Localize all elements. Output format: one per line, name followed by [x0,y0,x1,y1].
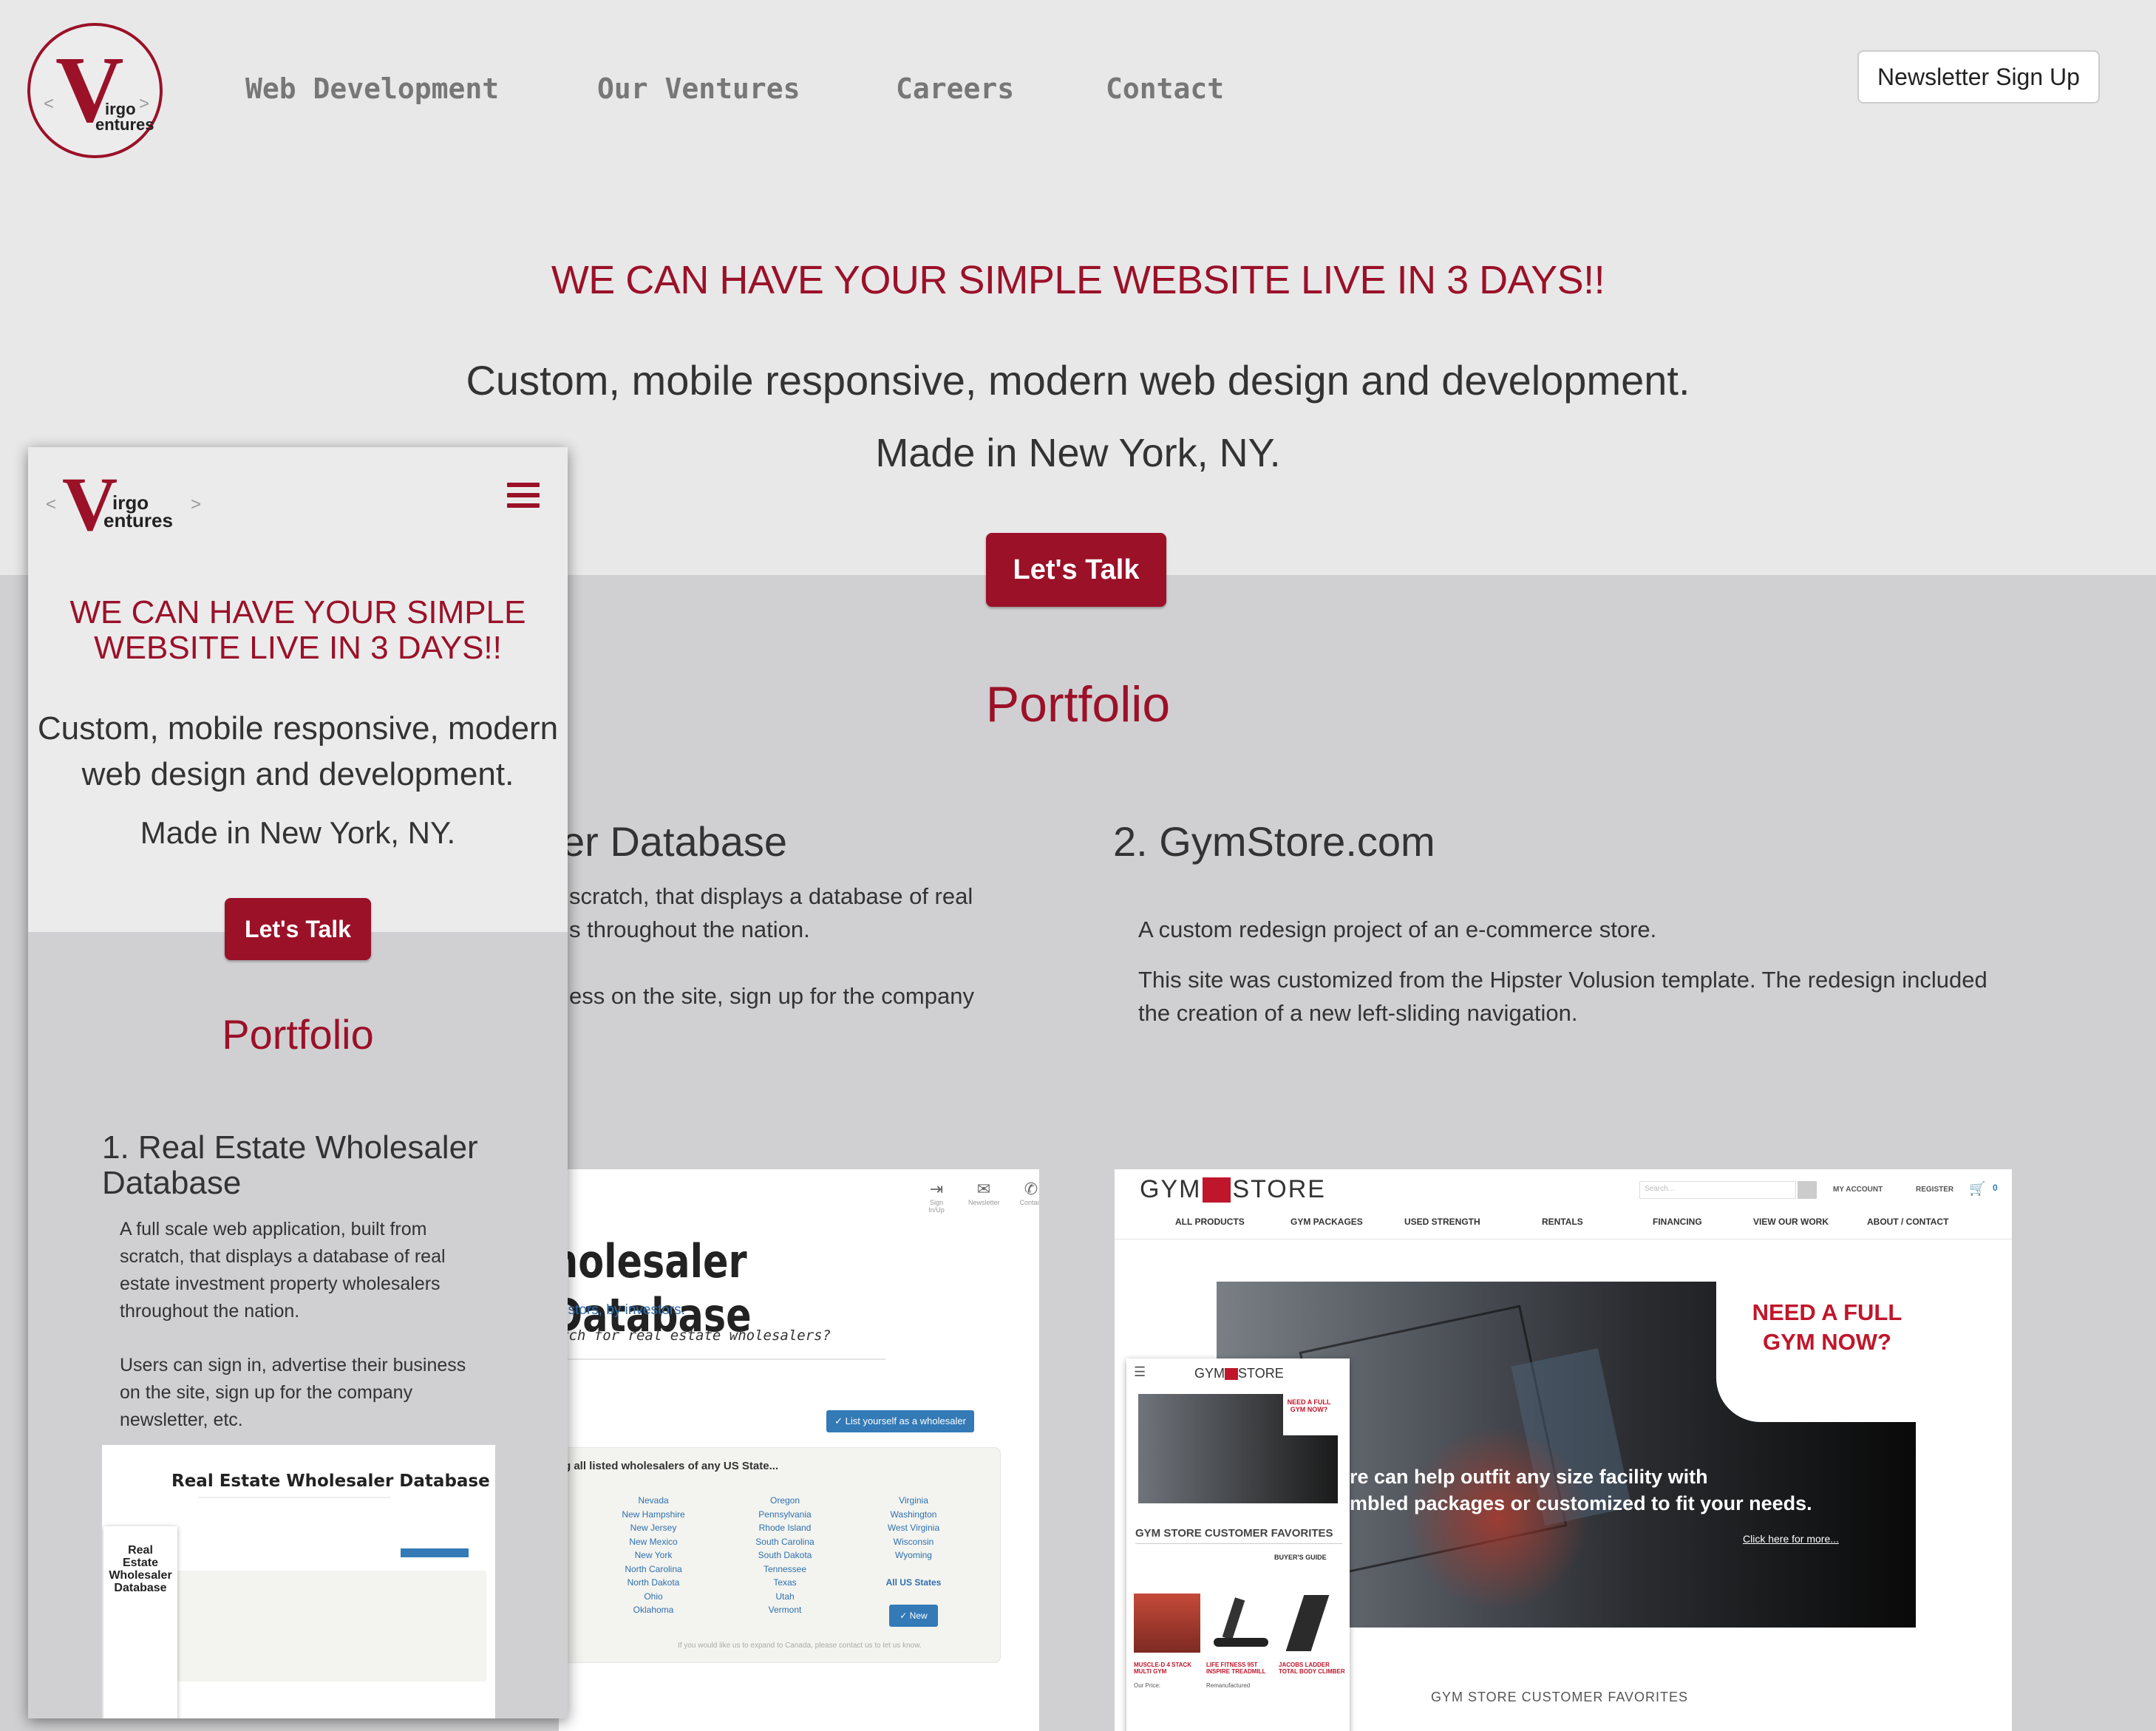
newsletter-icon: ✉ Newsletter [968,1180,1000,1206]
logo-chevron-right: > [138,94,149,114]
mini-product-1: MUSCLE-D 4 STACK MULTI GYM [1134,1662,1192,1675]
cart-count: 0 [1993,1183,1998,1193]
mini-product-image-1 [1134,1594,1200,1653]
wholesaler-top-icons: ⇥ Sign In/Up ✉ Newsletter ✆ Contact [921,1180,1039,1214]
mobile-location: Made in New York, NY. [140,815,456,850]
project1-title: er Database [562,818,788,865]
new-button[interactable]: ✓ New [889,1605,938,1627]
gym-mobile-preview: ☰ GYM STORE NEED A FULL GYM NOW? GYM STOR… [1126,1358,1350,1731]
mini-product-3: JACOBS LADDER TOTAL BODY CLIMBER [1279,1662,1345,1675]
gym-menu-about-contact[interactable]: ABOUT / CONTACT [1867,1217,1948,1227]
mini-favorites: GYM STORE CUSTOMER FAVORITES [1135,1527,1333,1540]
gym-menu-used-strength[interactable]: USED STRENGTH [1404,1217,1480,1227]
gym-search-input[interactable]: Search... [1639,1181,1796,1199]
gym-menu-financing[interactable]: FINANCING [1653,1217,1702,1227]
states-column-1: Nevada New Hampshire New Jersey New Mexico N… [622,1495,685,1615]
thumbnail-mini-mobile: Real Estate Wholesaler Database [103,1526,177,1718]
states-column-2: Oregon Pennsylvania Rhode Island South Caro… [755,1495,815,1615]
nav-contact[interactable]: Contact [1106,72,1224,105]
mini-buyers-guide: BUYER'S GUIDE [1274,1554,1327,1561]
project1-desc-line3: ess on the site, sign up for the company [569,983,974,1009]
gym-favorites-heading: GYM STORE CUSTOMER FAVORITES [1431,1690,1689,1704]
hero-headline: WE CAN HAVE YOUR SIMPLE WEBSITE LIVE IN … [551,258,1605,302]
mobile-preview: < V irgo entures > WE CAN HAVE YOUR SIMP… [28,447,568,1718]
states-column-3: Virginia Washington West Virginia Wisconsin… [885,1495,942,1588]
list-yourself-button[interactable]: ✓ List yourself as a wholesaler [826,1410,974,1432]
mini-menu-icon: ☰ [1134,1364,1146,1379]
mini-banner: NEED A FULL GYM NOW? [1138,1394,1338,1503]
mobile-project1-desc: A full scale web application, built from… [120,1219,466,1430]
mobile-project1-title: 1. Real Estate Wholesaler Database [102,1129,478,1201]
states-panel: g all listed wholesalers of any US State… [559,1447,1001,1663]
gym-menu-gym-packages[interactable]: GYM PACKAGES [1290,1217,1363,1227]
logo-line2: entures [95,115,154,134]
gym-register-link[interactable]: REGISTER [1916,1186,1953,1194]
wholesaler-question: rch for real estate wholesalers? [560,1327,832,1344]
wholesaler-tagline: estors, by investors. [560,1302,685,1318]
project2-desc2-line1: This site was customized from the Hipste… [1138,967,1987,993]
mobile-lets-talk-button[interactable]: Let's Talk [225,898,371,960]
project1-desc-line2: s throughout the nation. [569,916,810,942]
project1-desc-line1: scratch, that displays a database of rea… [569,883,973,909]
nav-careers[interactable]: Careers [896,72,1014,105]
gym-menu-rentals[interactable]: RENTALS [1542,1217,1583,1227]
gym-search-button[interactable] [1798,1181,1817,1199]
mobile-portfolio-title: Portfolio [222,1011,374,1058]
banner-link[interactable]: Click here for more... [1743,1533,1839,1545]
gym-menu-view-our-work[interactable]: VIEW OUR WORK [1753,1217,1829,1227]
cart-icon[interactable]: 🛒 [1969,1181,1985,1197]
lets-talk-button[interactable]: Let's Talk [986,533,1166,607]
states-label: g all listed wholesalers of any US State… [564,1460,779,1472]
nav-web-development[interactable]: Web Development [245,72,499,105]
project2-title: 2. GymStore.com [1113,818,1435,865]
site-logo[interactable]: < V irgo entures > [27,23,163,158]
banner-text: re can help outfit any size facility wit… [1350,1466,1812,1514]
divider [560,1358,885,1360]
mobile-headline: WE CAN HAVE YOUR SIMPLE WEBSITE LIVE IN … [69,594,526,666]
gym-logo: GYM STORE [1140,1175,1326,1203]
states-footer: If you would like us to expand to Canada… [678,1642,922,1650]
banner-headline: NEED A FULL GYM NOW? [1752,1299,1902,1355]
nav-our-ventures[interactable]: Our Ventures [597,72,800,105]
hero-subtitle: Custom, mobile responsive, modern web de… [466,357,1690,404]
mini-price: Our Price: [1134,1682,1161,1689]
logo-chevron-left: < [44,94,55,114]
mobile-subtitle: Custom, mobile responsive, modern web de… [37,710,559,792]
wholesaler-screenshot[interactable]: ⇥ Sign In/Up ✉ Newsletter ✆ Contact hole… [559,1169,1039,1731]
menu-icon[interactable] [507,483,540,509]
mini-product-image-2 [1206,1594,1273,1653]
mini-product-image-3 [1279,1594,1345,1653]
mini-gym-logo: GYM STORE [1194,1366,1284,1381]
mobile-logo[interactable]: < V irgo entures > [40,453,210,549]
newsletter-signup-button[interactable]: Newsletter Sign Up [1857,50,2100,103]
wholesaler-heading: holesaler Database [559,1234,752,1342]
mini-product-2: LIFE FITNESS 95T INSPIRE TREADMILL [1206,1662,1266,1675]
mini-reman: Remanufactured [1206,1682,1251,1689]
gym-account-link[interactable]: MY ACCOUNT [1833,1186,1883,1194]
gym-menu-all-products[interactable]: ALL PRODUCTS [1175,1217,1245,1227]
project2-desc1: A custom redesign project of an e-commer… [1138,916,1657,942]
signin-icon: ⇥ Sign In/Up [928,1180,945,1214]
gymstore-screenshot[interactable]: GYM STORE Search... MY ACCOUNT REGISTER … [1115,1169,2012,1731]
mobile-project1-thumbnail[interactable]: Real Estate Wholesaler Database Real Esta… [102,1445,495,1718]
phone-icon: ✆ Contact [1019,1180,1039,1206]
project2-desc2-line2: the creation of a new left-sliding navig… [1138,1000,1578,1026]
